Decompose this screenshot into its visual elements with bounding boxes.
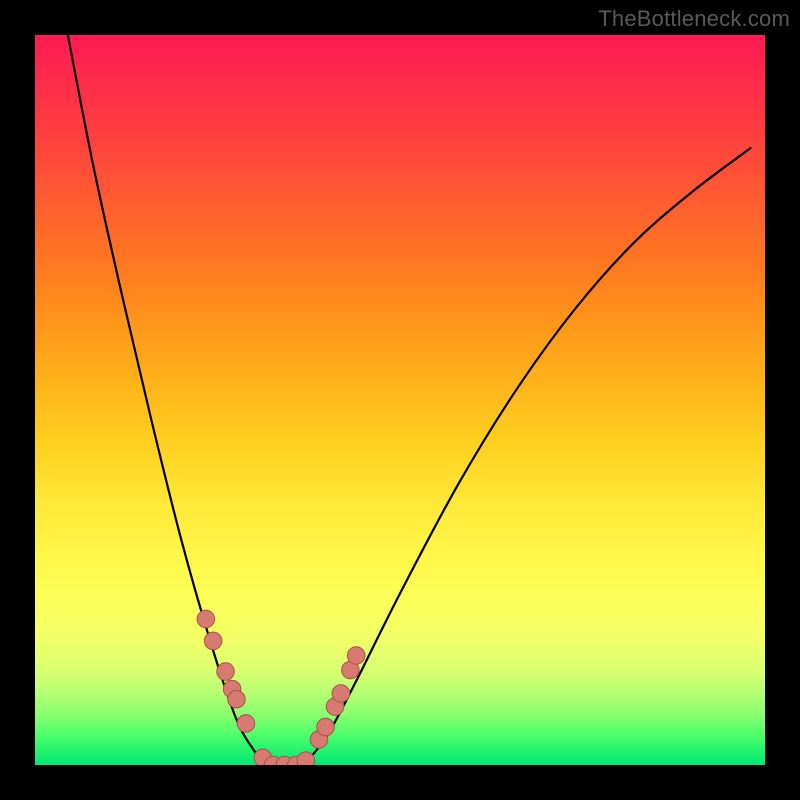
data-marker: [228, 691, 246, 709]
watermark-text: TheBottleneck.com: [598, 6, 790, 32]
bottleneck-curve: [68, 35, 751, 765]
data-marker: [332, 685, 350, 703]
plot-area: [35, 35, 765, 765]
data-marker: [317, 718, 335, 736]
data-marker: [197, 610, 215, 628]
curve-markers: [197, 610, 365, 765]
data-marker: [347, 647, 365, 665]
outer-frame: TheBottleneck.com: [0, 0, 800, 800]
curve-layer: [35, 35, 765, 765]
data-marker: [237, 715, 255, 733]
data-marker: [204, 632, 222, 650]
data-marker: [217, 663, 235, 681]
data-marker: [297, 752, 315, 765]
